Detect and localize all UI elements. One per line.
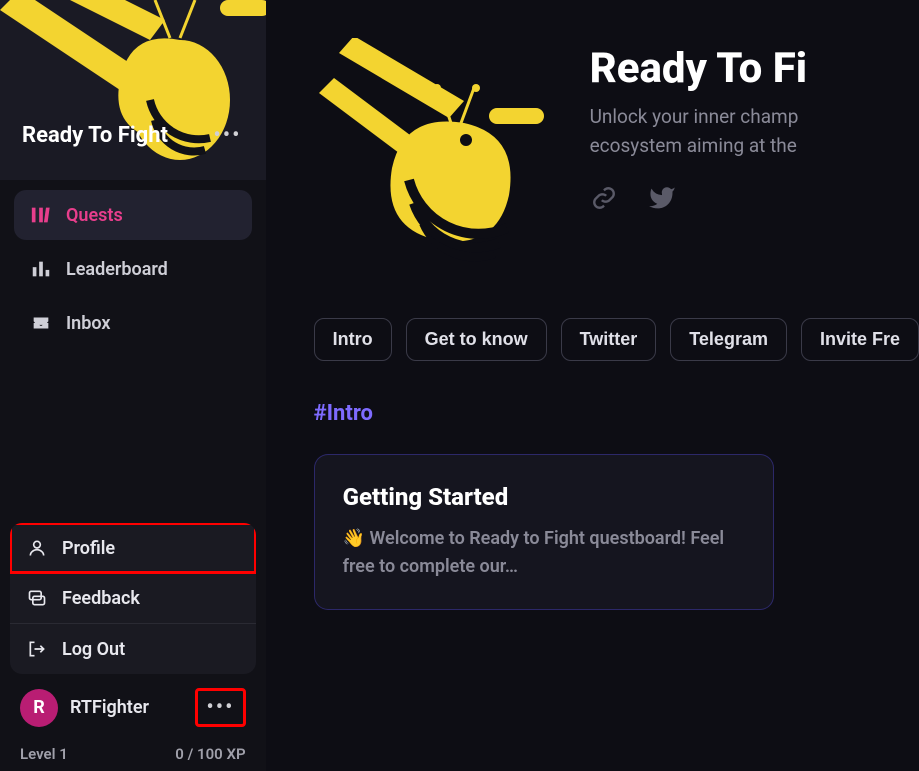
level-label: Level 1 bbox=[20, 745, 68, 763]
feedback-menu-item[interactable]: Feedback bbox=[10, 573, 256, 623]
tag-invite-friends[interactable]: Invite Fre bbox=[801, 318, 919, 361]
sidebar-item-label: Leaderboard bbox=[66, 259, 168, 280]
sidebar-nav: Quests Leaderboard Inbox bbox=[0, 180, 266, 362]
sidebar-item-quests[interactable]: Quests bbox=[14, 190, 252, 240]
main-content: Ready To Fi Unlock your inner champ ecos… bbox=[266, 0, 919, 771]
logout-menu-item[interactable]: Log Out bbox=[10, 624, 256, 674]
inbox-icon bbox=[30, 312, 52, 334]
quest-card-getting-started[interactable]: Getting Started 👋 Welcome to Ready to Fi… bbox=[314, 454, 774, 610]
leaderboard-icon bbox=[30, 258, 52, 280]
user-popup-menu: Profile Feedback Log Out bbox=[10, 523, 256, 674]
tag-get-to-know[interactable]: Get to know bbox=[406, 318, 547, 361]
page-subtitle: Unlock your inner champ ecosystem aiming… bbox=[590, 103, 808, 160]
section-heading: #Intro bbox=[314, 401, 919, 426]
avatar[interactable]: R bbox=[20, 689, 58, 727]
app-menu-button[interactable]: ••• bbox=[205, 119, 249, 152]
sidebar-hero: Ready To Fight ••• bbox=[0, 0, 266, 180]
twitter-icon[interactable] bbox=[648, 184, 676, 212]
app-title: Ready To Fight bbox=[22, 123, 168, 148]
tag-telegram[interactable]: Telegram bbox=[670, 318, 787, 361]
feedback-label: Feedback bbox=[62, 588, 140, 609]
profile-menu-item[interactable]: Profile bbox=[10, 523, 256, 573]
sidebar: Ready To Fight ••• Quests Leaderboard In… bbox=[0, 0, 266, 771]
card-title: Getting Started bbox=[343, 483, 745, 511]
tag-intro[interactable]: Intro bbox=[314, 318, 392, 361]
sidebar-item-inbox[interactable]: Inbox bbox=[14, 298, 252, 348]
user-footer: R RTFighter ••• Level 1 0 / 100 XP bbox=[0, 674, 266, 771]
profile-label: Profile bbox=[62, 538, 115, 559]
sidebar-item-label: Quests bbox=[66, 205, 123, 226]
logout-icon bbox=[26, 638, 48, 660]
logout-label: Log Out bbox=[62, 639, 125, 660]
user-menu-button[interactable]: ••• bbox=[195, 688, 245, 727]
username: RTFighter bbox=[70, 697, 183, 718]
quests-icon bbox=[30, 204, 52, 226]
page-title: Ready To Fi bbox=[590, 44, 808, 93]
tag-twitter[interactable]: Twitter bbox=[561, 318, 657, 361]
card-body: 👋 Welcome to Ready to Fight questboard! … bbox=[343, 525, 745, 581]
sidebar-item-label: Inbox bbox=[66, 313, 110, 334]
xp-label: 0 / 100 XP bbox=[175, 745, 245, 763]
user-icon bbox=[26, 537, 48, 559]
quest-category-tags: Intro Get to know Twitter Telegram Invit… bbox=[314, 318, 919, 361]
sidebar-item-leaderboard[interactable]: Leaderboard bbox=[14, 244, 252, 294]
bee-logo-main bbox=[314, 38, 554, 278]
bee-logo-sidebar bbox=[0, 0, 266, 180]
feedback-icon bbox=[26, 587, 48, 609]
link-icon[interactable] bbox=[590, 184, 618, 212]
